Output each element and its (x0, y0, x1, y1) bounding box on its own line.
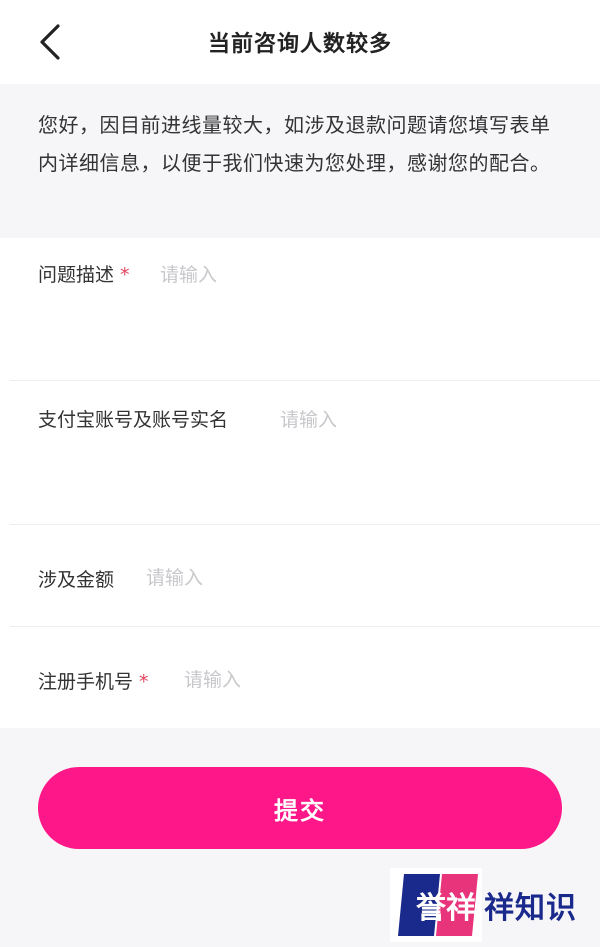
watermark-text: 祥知识 (484, 891, 577, 926)
form-row-issue: 问题描述 * (0, 238, 600, 381)
alipay-label: 支付宝账号及账号实名 (38, 409, 229, 431)
required-mark: * (139, 671, 149, 693)
form-row-phone: 注册手机号 * (0, 627, 600, 728)
form-row-alipay: 支付宝账号及账号实名 (0, 381, 600, 525)
phone-label: 注册手机号 * (38, 671, 149, 693)
notice-panel: 您好，因目前进线量较大，如涉及退款问题请您填写表单内详细信息，以便于我们快速为您… (0, 84, 600, 238)
amount-label: 涉及金额 (38, 569, 115, 591)
header-bar: 当前咨询人数较多 (0, 0, 600, 84)
watermark: 誉 祥 祥知识 (390, 868, 596, 942)
refund-form: 问题描述* 支付宝账号及账号实名 涉及金额 注册手机号* (0, 238, 600, 728)
watermark-logo: 誉 祥 (390, 868, 482, 942)
page-title: 当前咨询人数较多 (207, 32, 392, 57)
required-mark: * (120, 264, 130, 286)
issue-label: 问题描述 * (38, 264, 130, 286)
svg-text:誉: 誉 (416, 891, 447, 926)
svg-text:祥: 祥 (446, 891, 476, 926)
form-row-amount: 涉及金额 (0, 525, 600, 627)
submit-button[interactable]: 提交 (38, 767, 562, 849)
notice-text: 您好，因目前进线量较大，如涉及退款问题请您填写表单内详细信息，以便于我们快速为您… (38, 113, 551, 175)
issue-description-input[interactable] (160, 260, 560, 360)
amount-input[interactable] (146, 565, 566, 591)
phone-input[interactable] (184, 667, 564, 693)
alipay-account-input[interactable] (280, 405, 570, 505)
